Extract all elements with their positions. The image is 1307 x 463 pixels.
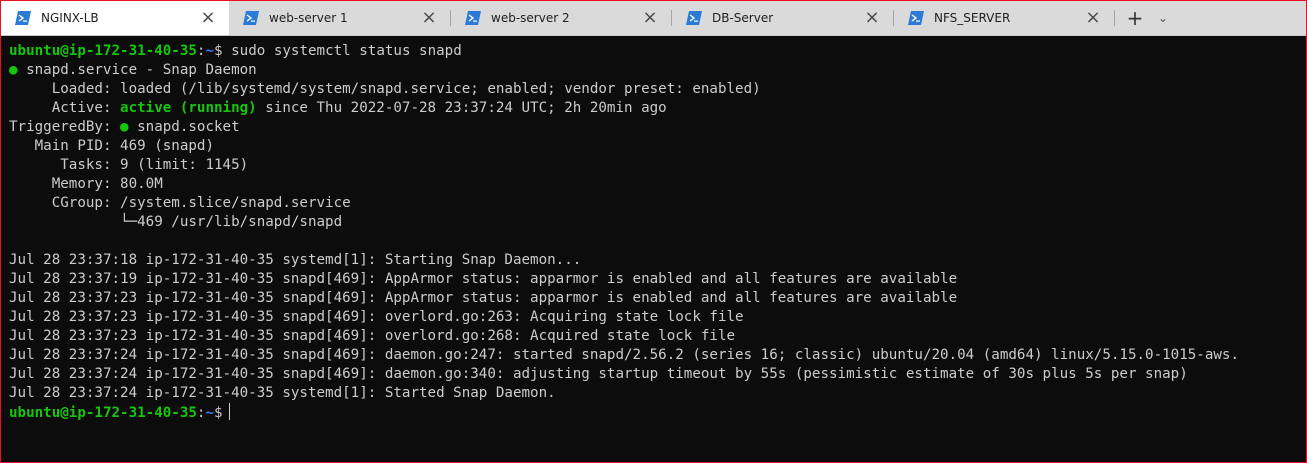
active-since: since Thu 2022-07-28 23:37:24 UTC; 2h 20… bbox=[256, 100, 667, 116]
log-line: Jul 28 23:37:24 ip-172-31-40-35 systemd[… bbox=[9, 385, 556, 401]
log-line: Jul 28 23:37:23 ip-172-31-40-35 snapd[46… bbox=[9, 328, 736, 344]
command-line: ubuntu@ip-172-31-40-35:~$ sudo systemctl… bbox=[9, 42, 1306, 61]
powershell-icon bbox=[243, 11, 259, 25]
tab-title: DB-Server bbox=[712, 11, 774, 25]
new-tab-button[interactable]: + bbox=[1123, 6, 1147, 30]
active-value: active (running) bbox=[120, 100, 257, 116]
tab-web-server-1[interactable]: web-server 1 × bbox=[229, 1, 450, 35]
status-triggered-line: TriggeredBy: ● snapd.socket bbox=[9, 118, 1306, 137]
tab-title: NFS_SERVER bbox=[934, 11, 1011, 25]
tab-title: NGINX-LB bbox=[41, 11, 99, 25]
tab-bar: NGINX-LB × web-server 1 × web-server 2 ×… bbox=[1, 1, 1306, 36]
terminal-window: NGINX-LB × web-server 1 × web-server 2 ×… bbox=[0, 0, 1307, 463]
prompt-dollar: $ bbox=[214, 405, 223, 421]
close-tab-icon[interactable]: × bbox=[1084, 9, 1102, 27]
status-cgroup-line: CGroup: /system.slice/snapd.service bbox=[9, 195, 351, 211]
triggered-value: snapd.socket bbox=[128, 119, 240, 135]
prompt-user-host: ubuntu@ip-172-31-40-35 bbox=[9, 43, 197, 59]
prompt-path: ~ bbox=[205, 43, 215, 59]
text-cursor bbox=[228, 403, 230, 420]
tab-title: web-server 1 bbox=[269, 11, 348, 25]
active-label: Active: bbox=[9, 100, 121, 116]
scrollbar[interactable] bbox=[1298, 36, 1306, 462]
close-tab-icon[interactable]: × bbox=[641, 9, 659, 27]
tab-web-server-2[interactable]: web-server 2 × bbox=[451, 1, 671, 35]
prompt-path: ~ bbox=[205, 405, 215, 421]
close-tab-icon[interactable]: × bbox=[199, 9, 217, 27]
log-line: Jul 28 23:37:24 ip-172-31-40-35 snapd[46… bbox=[9, 366, 1188, 382]
command-text: sudo systemctl status snapd bbox=[231, 43, 462, 59]
status-memory-line: Memory: 80.0M bbox=[9, 176, 163, 192]
triggered-label: TriggeredBy: bbox=[9, 119, 121, 135]
log-line: Jul 28 23:37:19 ip-172-31-40-35 snapd[46… bbox=[9, 271, 958, 287]
status-unit-line: ● snapd.service - Snap Daemon bbox=[9, 61, 1306, 80]
prompt-dollar: $ bbox=[214, 43, 223, 59]
prompt-user-host: ubuntu@ip-172-31-40-35 bbox=[9, 405, 197, 421]
powershell-icon bbox=[15, 11, 31, 25]
status-bullet-icon: ● bbox=[9, 62, 18, 78]
close-tab-icon[interactable]: × bbox=[863, 9, 881, 27]
socket-bullet-icon: ● bbox=[120, 119, 129, 135]
tab-db-server[interactable]: DB-Server × bbox=[672, 1, 893, 35]
powershell-icon bbox=[908, 11, 924, 25]
log-line: Jul 28 23:37:24 ip-172-31-40-35 snapd[46… bbox=[9, 347, 1239, 363]
powershell-icon bbox=[465, 11, 481, 25]
tab-separator bbox=[1114, 10, 1115, 26]
log-line: Jul 28 23:37:23 ip-172-31-40-35 snapd[46… bbox=[9, 309, 744, 325]
status-loaded-line: Loaded: loaded (/lib/systemd/system/snap… bbox=[9, 80, 1306, 99]
log-line: Jul 28 23:37:18 ip-172-31-40-35 systemd[… bbox=[9, 252, 582, 268]
status-mainpid-line: Main PID: 469 (snapd) bbox=[9, 138, 214, 154]
log-line: Jul 28 23:37:23 ip-172-31-40-35 snapd[46… bbox=[9, 290, 958, 306]
powershell-icon bbox=[686, 11, 702, 25]
status-active-line: Active: active (running) since Thu 2022-… bbox=[9, 99, 1306, 118]
chevron-down-icon[interactable]: ⌄ bbox=[1153, 8, 1173, 28]
tab-nfs-server[interactable]: NFS_SERVER × bbox=[894, 1, 1114, 35]
tab-title: web-server 2 bbox=[491, 11, 570, 25]
loaded-value: loaded (/lib/systemd/system/snapd.servic… bbox=[120, 81, 761, 97]
tab-nginx-lb[interactable]: NGINX-LB × bbox=[1, 1, 229, 35]
unit-name: snapd.service - Snap Daemon bbox=[17, 62, 257, 78]
loaded-label: Loaded: bbox=[9, 81, 121, 97]
status-cgroup-child: └─469 /usr/lib/snapd/snapd bbox=[9, 214, 343, 230]
status-tasks-line: Tasks: 9 (limit: 1145) bbox=[9, 157, 249, 173]
close-tab-icon[interactable]: × bbox=[420, 9, 438, 27]
prompt-line: ubuntu@ip-172-31-40-35:~$ bbox=[9, 403, 1306, 422]
terminal-output[interactable]: ubuntu@ip-172-31-40-35:~$ sudo systemctl… bbox=[1, 36, 1306, 462]
